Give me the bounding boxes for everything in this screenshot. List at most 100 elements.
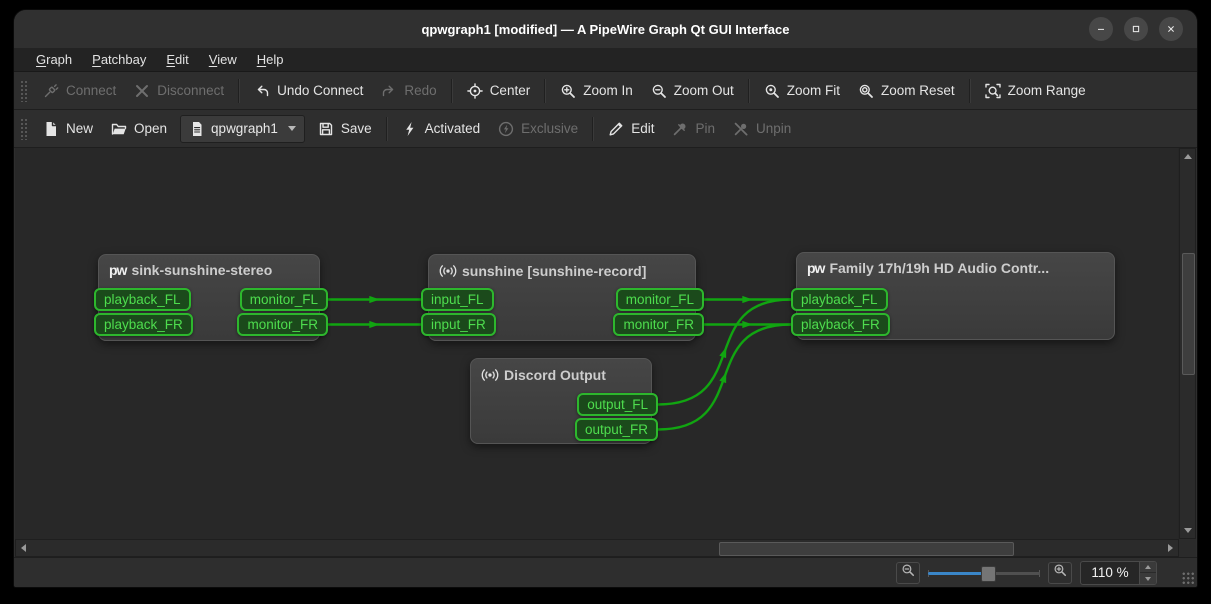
node-title: Discord Output — [504, 367, 606, 383]
resize-grip[interactable] — [1182, 572, 1195, 585]
toolbar-button-edit[interactable]: Edit — [599, 117, 663, 141]
vertical-scrollbar[interactable] — [1179, 148, 1196, 539]
toolbar-button-zoom-in[interactable]: Zoom In — [551, 79, 642, 103]
patchbay-file-combobox[interactable]: qpwgraph1 — [180, 115, 305, 143]
zoom-slider[interactable] — [928, 565, 1040, 581]
port-playback-fl[interactable]: playback_FL — [94, 288, 191, 311]
maximize-button[interactable] — [1124, 17, 1148, 41]
toolbar-button-label: Disconnect — [157, 83, 224, 98]
toolbar-button-label: Zoom Reset — [881, 83, 955, 98]
toolbar-button-disconnect[interactable]: Disconnect — [125, 79, 233, 103]
toolbar-button-redo[interactable]: Redo — [372, 79, 445, 103]
menubar: GraphPatchbayEditViewHelp — [14, 48, 1197, 72]
arrow-up-icon — [1145, 565, 1151, 569]
zoom-in-button[interactable] — [1048, 562, 1072, 584]
zoom-out-icon — [651, 83, 667, 99]
toolbar-separator — [544, 79, 546, 103]
stream-icon — [439, 262, 457, 280]
toolbar-button-unpin[interactable]: Unpin — [724, 117, 800, 141]
vertical-scrollbar-thumb[interactable] — [1182, 253, 1195, 375]
arrow-right-icon — [1168, 544, 1173, 552]
arrow-left-icon — [21, 544, 26, 552]
zoom-out-button[interactable] — [896, 562, 920, 584]
port-monitor-fr[interactable]: monitor_FR — [613, 313, 704, 336]
close-icon — [1165, 23, 1177, 35]
port-input-fl[interactable]: input_FL — [421, 288, 494, 311]
toolbar-button-label: Activated — [425, 121, 481, 136]
port-output-fr[interactable]: output_FR — [575, 418, 658, 441]
screen: qpwgraph1 [modified] — A PipeWire Graph … — [0, 0, 1211, 604]
toolbar-separator — [592, 117, 594, 141]
zoom-value[interactable]: 110 % — [1081, 565, 1139, 580]
scroll-right-button[interactable] — [1163, 540, 1178, 555]
port-input-fr[interactable]: input_FR — [421, 313, 496, 336]
node-title: sink-sunshine-stereo — [131, 262, 272, 278]
toolbar-separator — [748, 79, 750, 103]
graph-canvas[interactable]: pwsink-sunshine-stereoplayback_FLplaybac… — [15, 148, 1178, 539]
zoom-slider-fill — [928, 572, 988, 575]
toolbar-button-label: Undo Connect — [277, 83, 363, 98]
toolbar-button-pin[interactable]: Pin — [663, 117, 724, 141]
toolbar-separator — [386, 117, 388, 141]
menu-item-graph[interactable]: Graph — [26, 50, 82, 69]
toolbar-button-zoom-out[interactable]: Zoom Out — [642, 79, 743, 103]
port-monitor-fl[interactable]: monitor_FL — [616, 288, 704, 311]
spin-up-button[interactable] — [1140, 561, 1156, 572]
menu-item-help[interactable]: Help — [247, 50, 294, 69]
save-icon — [318, 121, 334, 137]
filedoc-icon — [189, 121, 205, 137]
toolbar-button-label: Zoom Fit — [787, 83, 840, 98]
node-title: Family 17h/19h HD Audio Contr... — [829, 260, 1049, 276]
scroll-down-button[interactable] — [1180, 523, 1195, 538]
zoom-in-icon — [1053, 563, 1067, 577]
minimize-button[interactable] — [1089, 17, 1113, 41]
toolbar-button-open[interactable]: Open — [102, 117, 176, 141]
menu-item-patchbay[interactable]: Patchbay — [82, 50, 156, 69]
scroll-up-button[interactable] — [1180, 149, 1195, 164]
spin-down-button[interactable] — [1140, 572, 1156, 584]
toolbar-button-zoom-reset[interactable]: Zoom Reset — [849, 79, 964, 103]
toolbar-drag-handle[interactable] — [20, 118, 28, 140]
horizontal-scrollbar[interactable] — [15, 539, 1179, 557]
toolbar-button-save[interactable]: Save — [309, 117, 381, 141]
menu-item-view[interactable]: View — [199, 50, 247, 69]
toolbar-button-label: Zoom Range — [1008, 83, 1086, 98]
node-header: pwsink-sunshine-stereo — [99, 255, 319, 278]
close-button[interactable] — [1159, 17, 1183, 41]
zoom-spinbox[interactable]: 110 % — [1080, 561, 1157, 585]
zoom-fit-icon — [764, 83, 780, 99]
toolbar-button-label: Redo — [404, 83, 436, 98]
toolbar-separator — [451, 79, 453, 103]
maximize-icon — [1130, 23, 1142, 35]
horizontal-scrollbar-thumb[interactable] — [719, 542, 1014, 556]
port-monitor-fl[interactable]: monitor_FL — [240, 288, 328, 311]
scroll-left-button[interactable] — [16, 540, 31, 555]
port-playback-fl[interactable]: playback_FL — [791, 288, 888, 311]
port-playback-fr[interactable]: playback_FR — [791, 313, 890, 336]
menu-item-edit[interactable]: Edit — [156, 50, 198, 69]
toolbar-button-zoom-range[interactable]: Zoom Range — [976, 79, 1095, 103]
toolbar-button-label: Edit — [631, 121, 654, 136]
toolbar-button-exclusive[interactable]: Exclusive — [489, 117, 587, 141]
port-output-fl[interactable]: output_FL — [577, 393, 658, 416]
toolbar-button-center[interactable]: Center — [458, 79, 540, 103]
port-playback-fr[interactable]: playback_FR — [94, 313, 193, 336]
toolbar-drag-handle[interactable] — [20, 80, 28, 102]
connect-icon — [43, 83, 59, 99]
toolbar-button-label: Unpin — [756, 121, 791, 136]
toolbar-button-undo-connect[interactable]: Undo Connect — [245, 79, 372, 103]
zoom-in-icon — [560, 83, 576, 99]
center-icon — [467, 83, 483, 99]
node-title: sunshine [sunshine-record] — [462, 263, 646, 279]
toolbar-button-new[interactable]: New — [34, 117, 102, 141]
toolbar-button-connect[interactable]: Connect — [34, 79, 125, 103]
redo-icon — [381, 83, 397, 99]
toolbar-button-zoom-fit[interactable]: Zoom Fit — [755, 79, 849, 103]
toolbar-button-activated[interactable]: Activated — [393, 117, 490, 141]
titlebar[interactable]: qpwgraph1 [modified] — A PipeWire Graph … — [14, 10, 1197, 49]
unpin-icon — [733, 121, 749, 137]
zoom-slider-handle[interactable] — [981, 566, 996, 582]
zoom-range-icon — [985, 83, 1001, 99]
port-monitor-fr[interactable]: monitor_FR — [237, 313, 328, 336]
arrow-down-icon — [1184, 528, 1192, 533]
